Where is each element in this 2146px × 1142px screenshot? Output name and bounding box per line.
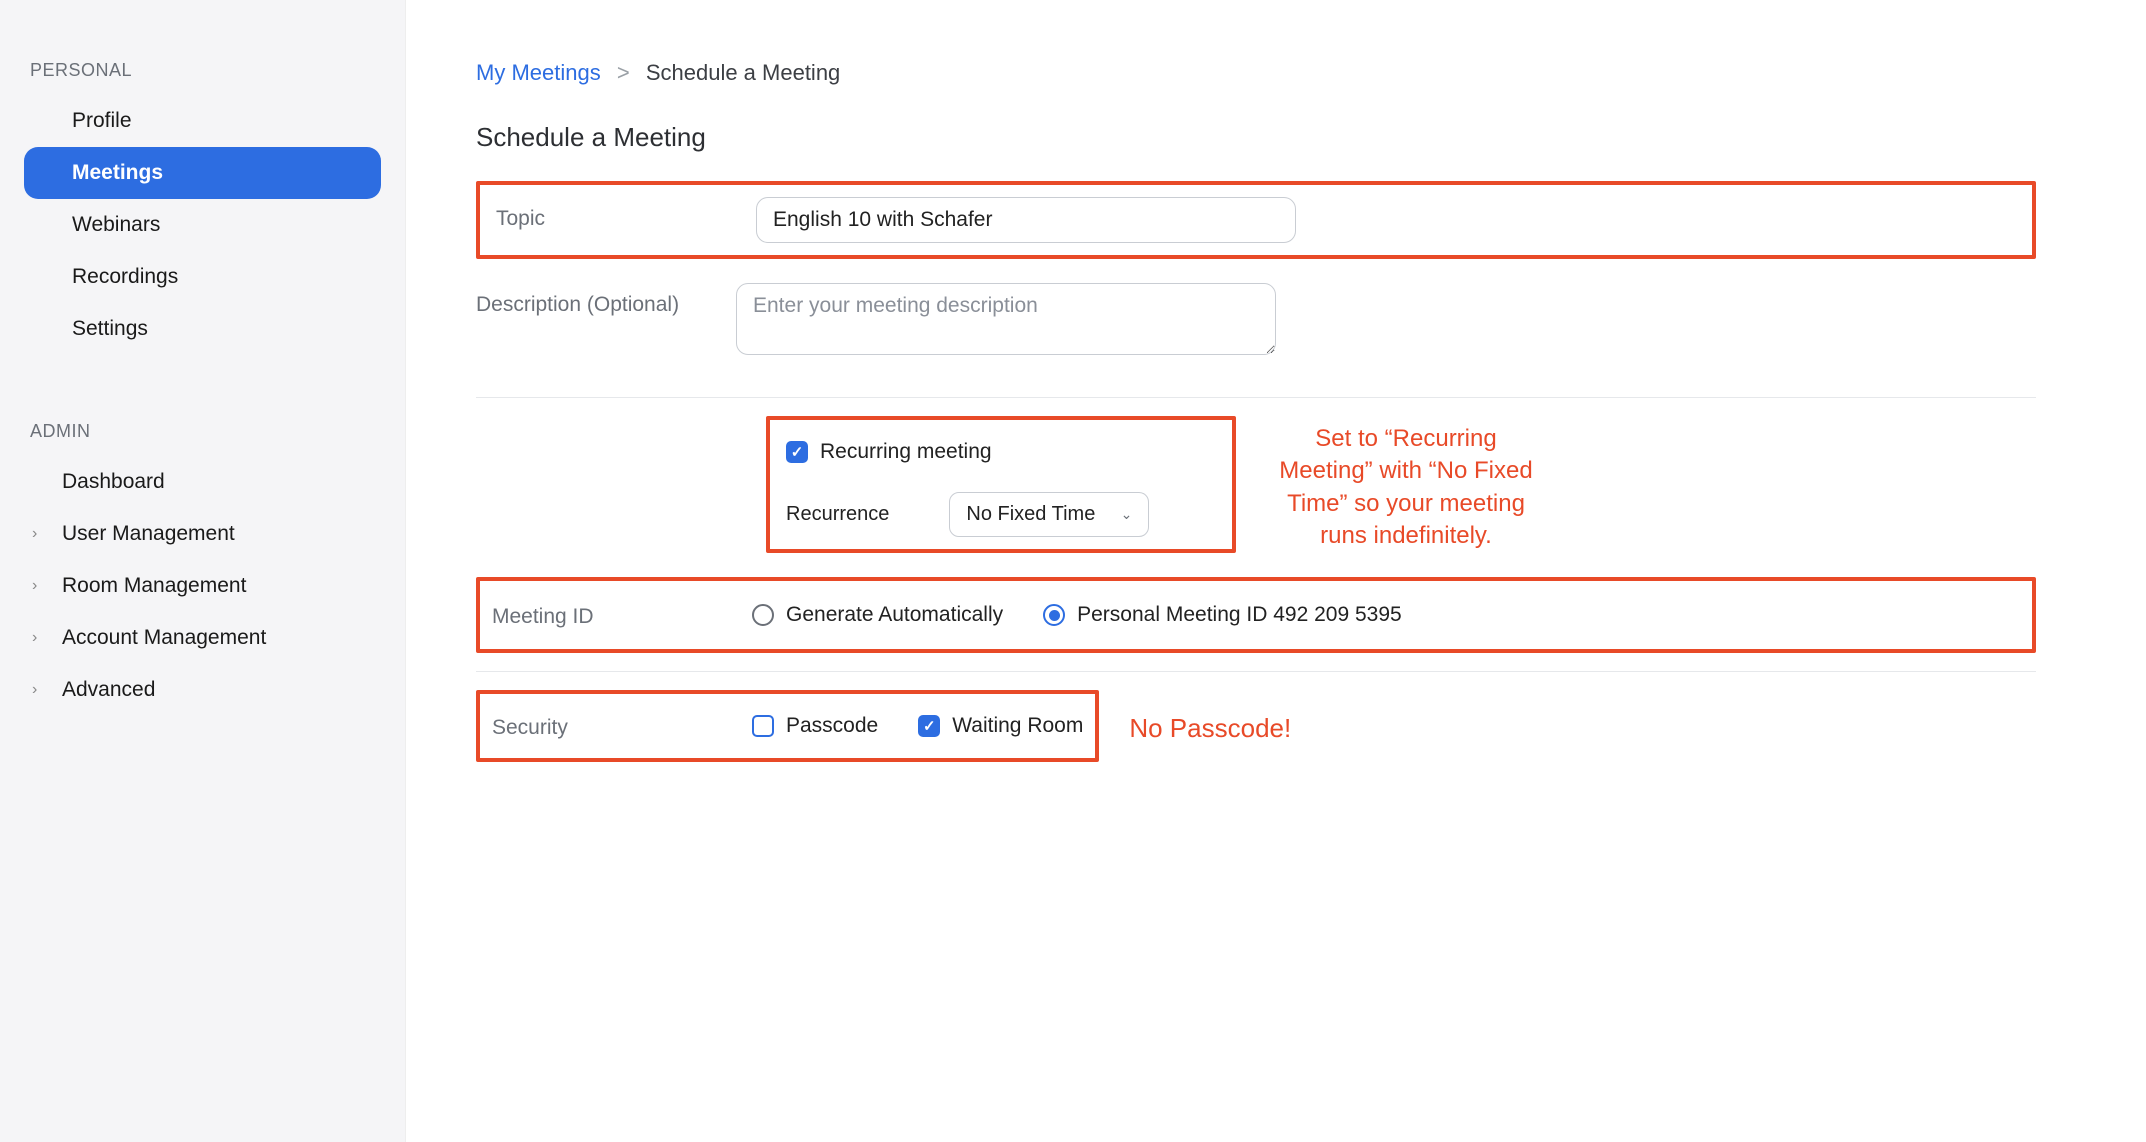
chevron-right-icon: ›	[32, 577, 46, 595]
divider	[476, 671, 2036, 672]
sidebar: PERSONAL Profile Meetings Webinars Recor…	[0, 0, 406, 1142]
sidebar-item-room-management[interactable]: › Room Management	[24, 560, 381, 612]
description-textarea[interactable]	[736, 283, 1276, 355]
topic-input[interactable]	[756, 197, 1296, 243]
checkbox-icon	[752, 715, 774, 737]
sidebar-item-label: Recordings	[72, 265, 178, 289]
breadcrumb-parent-link[interactable]: My Meetings	[476, 60, 601, 85]
divider	[476, 397, 2036, 398]
chevron-right-icon: ›	[32, 629, 46, 647]
label-topic: Topic	[496, 197, 756, 231]
sidebar-item-recordings[interactable]: Recordings	[24, 251, 381, 303]
label-description: Description (Optional)	[476, 283, 736, 317]
radio-generate-auto[interactable]: Generate Automatically	[752, 595, 1003, 635]
radio-personal-id[interactable]: Personal Meeting ID 492 209 5395	[1043, 595, 1402, 635]
label-meeting-id: Meeting ID	[492, 595, 752, 629]
sidebar-item-advanced[interactable]: › Advanced	[24, 664, 381, 716]
recurrence-select[interactable]: No Fixed Time ⌄	[949, 492, 1149, 537]
checkbox-label: Passcode	[786, 714, 878, 738]
annotation-box-topic: Topic	[476, 181, 2036, 259]
annotation-box-security: Security Passcode Waiting Room	[476, 690, 1099, 762]
sidebar-item-dashboard[interactable]: Dashboard	[24, 456, 381, 508]
sidebar-item-profile[interactable]: Profile	[24, 95, 381, 147]
checkbox-label: Waiting Room	[952, 714, 1083, 738]
sidebar-item-label: Webinars	[72, 213, 160, 237]
main-content: My Meetings > Schedule a Meeting Schedul…	[406, 0, 2106, 1142]
recurring-checkbox-label: Recurring meeting	[820, 440, 992, 464]
page-title: Schedule a Meeting	[476, 122, 2036, 153]
checkbox-waiting-room[interactable]: Waiting Room	[918, 706, 1083, 746]
annotation-box-recurring: Recurring meeting Recurrence No Fixed Ti…	[766, 416, 1236, 553]
annotation-text-recurring: Set to “Recurring Meeting” with “No Fixe…	[1266, 423, 1546, 553]
radio-label: Personal Meeting ID 492 209 5395	[1077, 603, 1402, 627]
breadcrumb-current: Schedule a Meeting	[646, 60, 840, 85]
checkbox-passcode[interactable]: Passcode	[752, 706, 878, 746]
sidebar-item-settings[interactable]: Settings	[24, 303, 381, 355]
recurrence-select-value: No Fixed Time	[966, 503, 1095, 526]
sidebar-item-label: Meetings	[72, 161, 163, 185]
checkbox-icon	[918, 715, 940, 737]
sidebar-item-account-management[interactable]: › Account Management	[24, 612, 381, 664]
recurring-checkbox[interactable]	[786, 441, 808, 463]
sidebar-item-label: Dashboard	[62, 470, 165, 494]
label-security: Security	[492, 706, 752, 740]
annotation-box-meeting-id: Meeting ID Generate Automatically Person…	[476, 577, 2036, 653]
sidebar-section-admin: ADMIN	[30, 421, 381, 442]
sidebar-item-label: Settings	[72, 317, 148, 341]
breadcrumb: My Meetings > Schedule a Meeting	[476, 60, 2036, 86]
chevron-right-icon: ›	[32, 525, 46, 543]
sidebar-item-label: Profile	[72, 109, 132, 133]
radio-icon	[752, 604, 774, 626]
chevron-right-icon: ›	[32, 681, 46, 699]
sidebar-item-label: User Management	[62, 522, 235, 546]
breadcrumb-separator: >	[617, 60, 630, 85]
sidebar-item-label: Advanced	[62, 678, 155, 702]
label-recurrence: Recurrence	[786, 503, 889, 526]
sidebar-section-personal: PERSONAL	[30, 60, 381, 81]
sidebar-item-label: Account Management	[62, 626, 266, 650]
chevron-down-icon: ⌄	[1121, 506, 1133, 523]
sidebar-item-label: Room Management	[62, 574, 246, 598]
radio-label: Generate Automatically	[786, 603, 1003, 627]
sidebar-item-webinars[interactable]: Webinars	[24, 199, 381, 251]
annotation-text-no-passcode: No Passcode!	[1129, 711, 1291, 746]
sidebar-item-user-management[interactable]: › User Management	[24, 508, 381, 560]
sidebar-item-meetings[interactable]: Meetings	[24, 147, 381, 199]
radio-icon	[1043, 604, 1065, 626]
